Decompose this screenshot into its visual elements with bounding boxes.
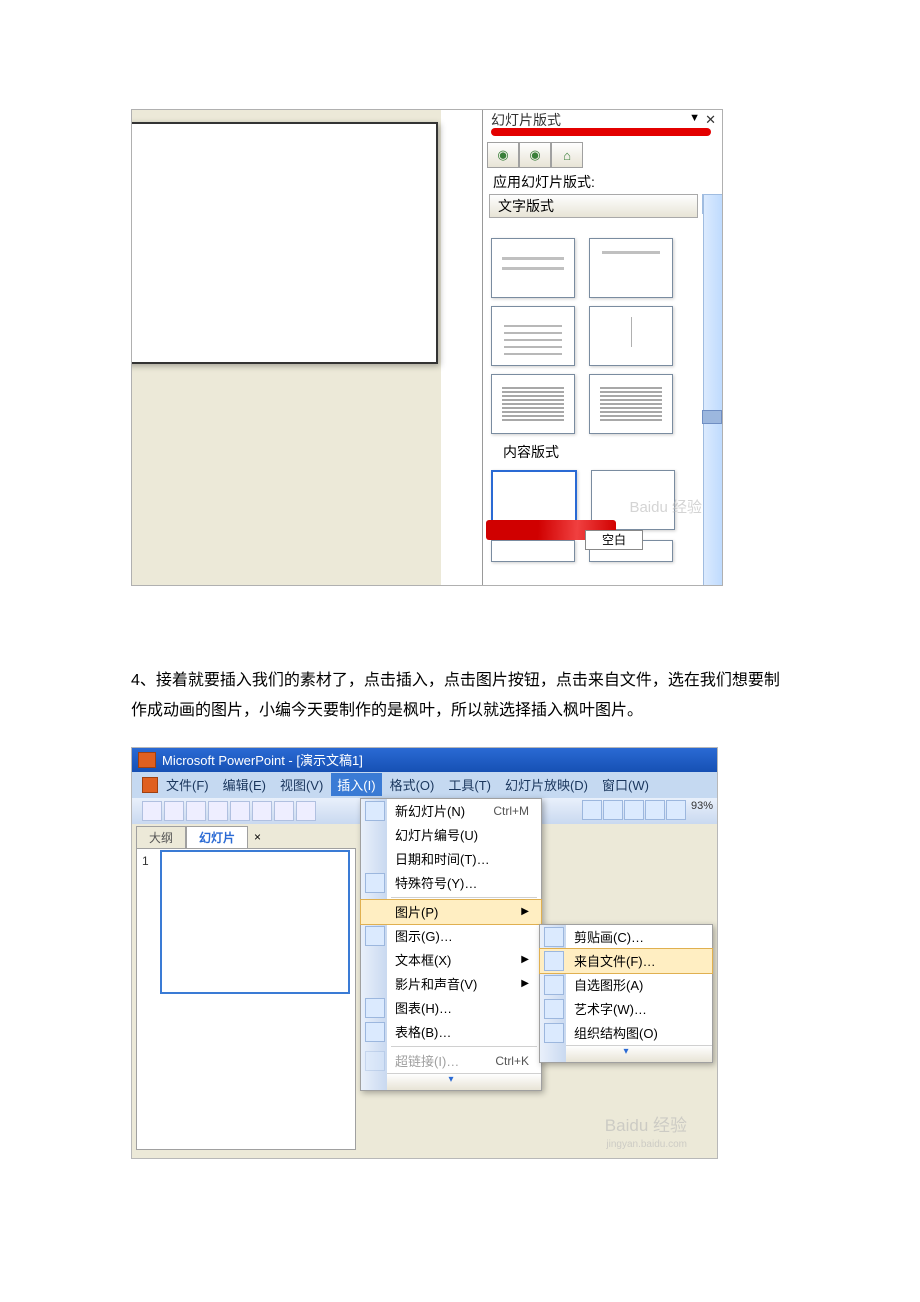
menu-item-symbol[interactable]: 特殊符号(Y)… xyxy=(361,871,541,895)
menu-item-picture[interactable]: 图片(P)▶ xyxy=(360,899,542,925)
layout-pane-screenshot: 幻灯片版式 ▼ ✕ ◉ ◉ ⌂ 应用幻灯片版式: 文字版式 ˄ xyxy=(131,109,723,586)
layout-thumb[interactable] xyxy=(491,374,575,434)
layout-thumb[interactable] xyxy=(491,238,575,298)
hyperlink-icon xyxy=(365,1051,385,1071)
tb-icon[interactable] xyxy=(624,800,644,820)
app-icon xyxy=(138,752,156,768)
tb-copy-icon[interactable] xyxy=(296,801,316,821)
menu-view[interactable]: 视图(V) xyxy=(274,773,329,796)
section-content-layouts: 内容版式 xyxy=(503,442,718,462)
slide-layout-panel: 幻灯片版式 ▼ ✕ ◉ ◉ ⌂ 应用幻灯片版式: 文字版式 ˄ xyxy=(482,110,722,585)
menu-slideshow[interactable]: 幻灯片放映(D) xyxy=(499,773,594,796)
toolbar-right: 93% xyxy=(582,800,713,820)
close-icon[interactable]: ✕ xyxy=(705,112,716,128)
slide-thumbnail[interactable] xyxy=(160,850,350,994)
layout-thumb[interactable] xyxy=(589,306,673,366)
nav-home-icon[interactable]: ⌂ xyxy=(551,142,583,168)
slide-white xyxy=(131,122,438,364)
menu-item-hyperlink: 超链接(I)…Ctrl+K xyxy=(361,1049,541,1073)
tab-outline[interactable]: 大纲 xyxy=(136,826,186,848)
diagram-icon xyxy=(365,926,385,946)
nav-back-icon[interactable]: ◉ xyxy=(487,142,519,168)
menu-window[interactable]: 窗口(W) xyxy=(596,773,655,796)
menu-item-textbox[interactable]: 文本框(X)▶ xyxy=(361,948,541,972)
tb-spell-icon[interactable] xyxy=(252,801,272,821)
layout-thumb[interactable] xyxy=(491,306,575,366)
layout-thumb[interactable] xyxy=(589,238,673,298)
menu-item-autoshapes[interactable]: 自选图形(A) xyxy=(540,973,712,997)
new-slide-icon xyxy=(365,801,385,821)
nav-buttons: ◉ ◉ ⌂ xyxy=(487,142,583,168)
tb-icon[interactable] xyxy=(603,800,623,820)
layout-thumb[interactable] xyxy=(491,540,575,562)
tb-open-icon[interactable] xyxy=(164,801,184,821)
from-file-icon xyxy=(544,951,564,971)
menu-item-clipart[interactable]: 剪贴画(C)… xyxy=(540,925,712,949)
wordart-icon xyxy=(544,999,564,1019)
menu-item-datetime[interactable]: 日期和时间(T)… xyxy=(361,847,541,871)
table-icon xyxy=(365,1022,385,1042)
tb-icon[interactable] xyxy=(582,800,602,820)
menu-item-diagram[interactable]: 图示(G)… xyxy=(361,924,541,948)
menu-item-orgchart[interactable]: 组织结构图(O) xyxy=(540,1021,712,1045)
title-bar: Microsoft PowerPoint - [演示文稿1] xyxy=(132,748,717,772)
tb-icon[interactable] xyxy=(666,800,686,820)
menu-item-table[interactable]: 表格(B)… xyxy=(361,1020,541,1044)
chart-icon xyxy=(365,998,385,1018)
slide-number: 1 xyxy=(142,854,149,868)
menu-expand-icon[interactable]: ▾ xyxy=(361,1073,541,1090)
slide-canvas-bg xyxy=(132,110,441,585)
autoshapes-icon xyxy=(544,975,564,995)
watermark: Baidu 经验 xyxy=(605,1111,687,1136)
menu-insert[interactable]: 插入(I) xyxy=(331,773,381,796)
step-4-text: 4、接着就要插入我们的素材了，点击插入，点击图片按钮，点击来自文件，选在我们想要… xyxy=(131,666,789,727)
blank-layout-tooltip: 空白 xyxy=(585,530,643,550)
pane-tabs: 大纲 幻灯片 × xyxy=(136,826,267,848)
clipart-icon xyxy=(544,927,564,947)
menu-edit[interactable]: 编辑(E) xyxy=(217,773,272,796)
zoom-value[interactable]: 93% xyxy=(691,800,713,820)
menu-item-chart[interactable]: 图表(H)… xyxy=(361,996,541,1020)
tb-preview-icon[interactable] xyxy=(230,801,250,821)
orgchart-icon xyxy=(544,1023,564,1043)
tb-save-icon[interactable] xyxy=(186,801,206,821)
tab-slides[interactable]: 幻灯片 xyxy=(186,826,248,848)
panel-dropdown-icon[interactable]: ▼ xyxy=(689,112,700,124)
apply-label: 应用幻灯片版式: xyxy=(493,172,595,192)
tab-close-icon[interactable]: × xyxy=(248,828,267,846)
menu-tools[interactable]: 工具(T) xyxy=(442,773,497,796)
nav-fwd-icon[interactable]: ◉ xyxy=(519,142,551,168)
menu-item-movie-sound[interactable]: 影片和声音(V)▶ xyxy=(361,972,541,996)
tb-cut-icon[interactable] xyxy=(274,801,294,821)
watermark-url: jingyan.baidu.com xyxy=(606,1139,687,1150)
symbol-icon xyxy=(365,873,385,893)
menu-file[interactable]: 文件(F) xyxy=(160,773,215,796)
menu-item-slide-number[interactable]: 幻灯片编号(U) xyxy=(361,823,541,847)
tb-new-icon[interactable] xyxy=(142,801,162,821)
menu-format[interactable]: 格式(O) xyxy=(384,773,441,796)
menu-bar: 文件(F) 编辑(E) 视图(V) 插入(I) 格式(O) 工具(T) 幻灯片放… xyxy=(132,772,717,798)
insert-dropdown-menu: 新幻灯片(N)Ctrl+M 幻灯片编号(U) 日期和时间(T)… 特殊符号(Y)… xyxy=(360,798,542,1091)
menu-item-wordart[interactable]: 艺术字(W)… xyxy=(540,997,712,1021)
insert-menu-screenshot: Microsoft PowerPoint - [演示文稿1] 文件(F) 编辑(… xyxy=(131,747,718,1159)
picture-submenu: 剪贴画(C)… 来自文件(F)… 自选图形(A) 艺术字(W)… 组织结构图(O… xyxy=(539,924,713,1063)
submenu-arrow-icon: ▶ xyxy=(521,906,529,917)
doc-icon xyxy=(142,777,158,793)
menu-item-from-file[interactable]: 来自文件(F)… xyxy=(539,948,713,974)
layout-thumb[interactable] xyxy=(589,374,673,434)
panel-title: 幻灯片版式 xyxy=(491,110,561,130)
annotation-red-underline xyxy=(491,128,711,136)
menu-item-new-slide[interactable]: 新幻灯片(N)Ctrl+M xyxy=(361,799,541,823)
tb-print-icon[interactable] xyxy=(208,801,228,821)
app-title: Microsoft PowerPoint - [演示文稿1] xyxy=(162,750,363,769)
tb-icon[interactable] xyxy=(645,800,665,820)
